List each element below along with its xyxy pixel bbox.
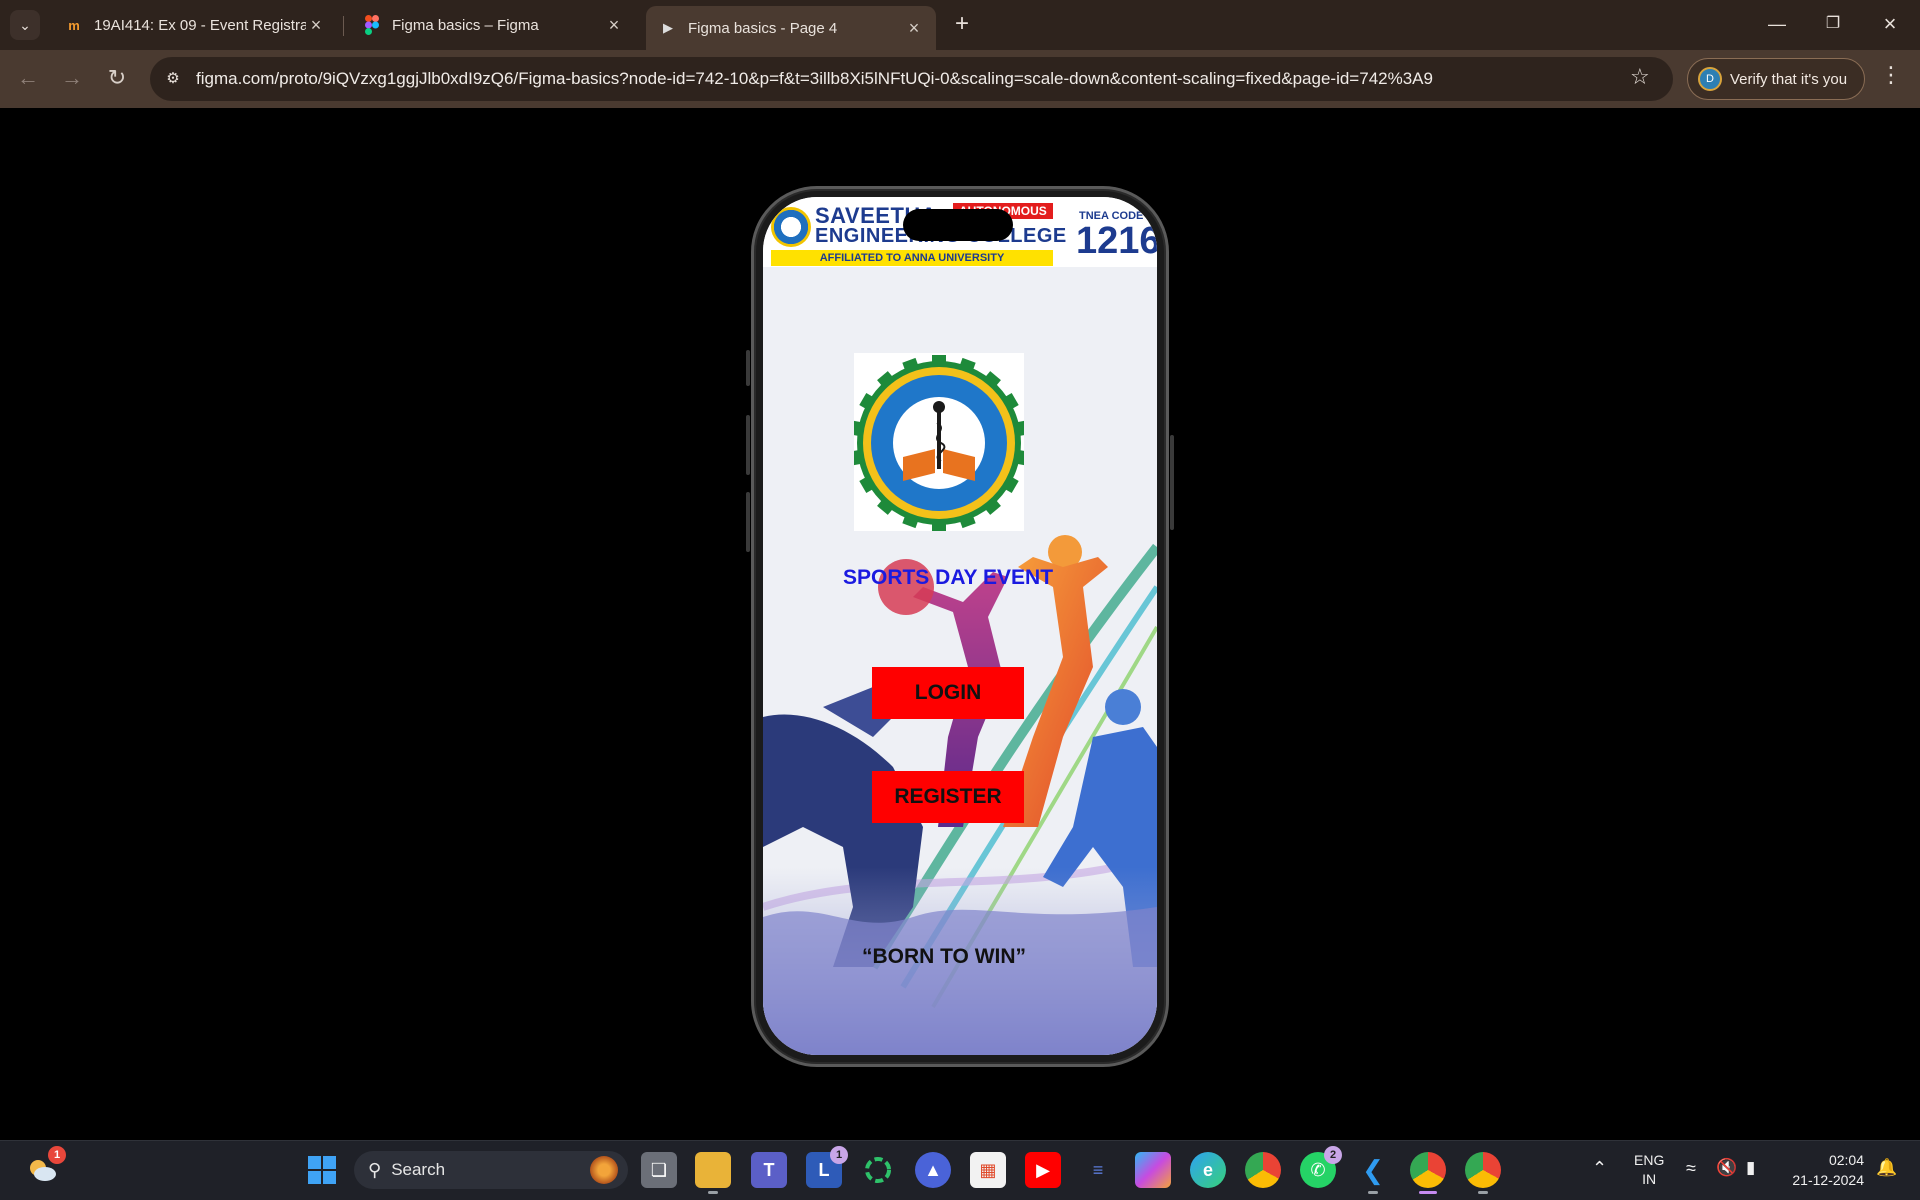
restore-button[interactable]: ❐: [1813, 8, 1853, 42]
microsoft-store-icon[interactable]: ▦: [970, 1152, 1006, 1188]
new-tab-button[interactable]: +: [947, 10, 977, 40]
register-button[interactable]: REGISTER: [872, 771, 1024, 823]
site-settings-icon[interactable]: ⚙: [160, 66, 186, 92]
login-button[interactable]: LOGIN: [872, 667, 1024, 719]
windows-taskbar: [0, 1140, 1920, 1200]
clock-time: 02:04: [1828, 1152, 1864, 1168]
browser-menu-icon[interactable]: ⋮: [1880, 62, 1902, 88]
close-tab-icon[interactable]: ×: [604, 15, 624, 36]
copilot-icon[interactable]: [1135, 1152, 1171, 1188]
linkedin-app-icon[interactable]: L1: [806, 1146, 848, 1188]
weather-badge: 1: [48, 1146, 66, 1164]
search-icon: ⚲: [368, 1159, 382, 1180]
weather-widget-icon[interactable]: 1: [24, 1146, 66, 1188]
close-tab-icon[interactable]: ×: [904, 18, 924, 39]
tab-event-registration[interactable]: m 19AI414: Ex 09 - Event Registrat ×: [52, 6, 338, 44]
running-indicator: [1368, 1191, 1378, 1194]
running-indicator: [1478, 1191, 1488, 1194]
close-tab-icon[interactable]: ×: [306, 15, 326, 36]
language-indicator[interactable]: ENG IN: [1634, 1151, 1664, 1189]
tab-figma-basics[interactable]: Figma basics – Figma ×: [350, 6, 636, 44]
back-button[interactable]: ←: [12, 63, 44, 95]
url-text[interactable]: figma.com/proto/9iQVzxg1ggjJlb0xdI9zQ6/F…: [196, 69, 1433, 89]
close-window-button[interactable]: ×: [1870, 8, 1910, 42]
figma-icon: [362, 15, 382, 35]
college-seal-icon: [771, 207, 811, 247]
notification-bell-icon[interactable]: 🔔: [1876, 1158, 1897, 1178]
tnea-code: 1216: [1076, 220, 1157, 262]
region-code: IN: [1642, 1171, 1657, 1187]
youtube-icon[interactable]: ▶: [1025, 1152, 1061, 1188]
clock[interactable]: 02:04 21-12-2024: [1784, 1150, 1864, 1190]
running-indicator: [708, 1191, 718, 1194]
copilot-app-icon[interactable]: ▲: [915, 1152, 951, 1188]
phone-volume-up-button: [746, 415, 750, 475]
phone-action-button: [746, 350, 750, 386]
verify-label: Verify that it's you: [1730, 70, 1848, 88]
chrome-profile-icon[interactable]: [1410, 1152, 1446, 1194]
whatsapp-icon[interactable]: ✆ 2: [1300, 1146, 1342, 1188]
event-title: SPORTS DAY EVENT: [842, 566, 1054, 589]
phone-power-button: [1170, 435, 1174, 530]
linkedin-badge: 1: [830, 1146, 848, 1164]
search-placeholder: Search: [391, 1160, 446, 1179]
bookmark-star-icon[interactable]: ☆: [1630, 64, 1650, 90]
chrome-icon[interactable]: [1245, 1152, 1281, 1188]
language-code: ENG: [1634, 1152, 1665, 1168]
edge-icon[interactable]: e: [1190, 1152, 1226, 1188]
chrome-secondary-icon[interactable]: [1465, 1152, 1501, 1194]
active-window-indicator: [1419, 1191, 1437, 1194]
whatsapp-badge: 2: [1324, 1146, 1342, 1164]
tab-divider: [343, 16, 344, 36]
show-hidden-icons-chevron-icon[interactable]: ⌃: [1592, 1158, 1607, 1179]
slogan-text: “BORN TO WIN”: [861, 945, 1027, 968]
vscode-icon[interactable]: ❮: [1355, 1152, 1391, 1194]
tab-title: 19AI414: Ex 09 - Event Registrat: [94, 16, 306, 34]
play-icon: ▶: [663, 20, 673, 35]
affiliation-strip: AFFILIATED TO ANNA UNIVERSITY: [771, 250, 1053, 266]
teams-icon[interactable]: T: [751, 1152, 787, 1188]
forward-button[interactable]: →: [56, 63, 88, 95]
verify-identity-button[interactable]: D Verify that it's you: [1687, 58, 1865, 100]
start-button-icon[interactable]: [304, 1152, 340, 1188]
tab-title: Figma basics – Figma: [392, 16, 539, 34]
refresh-app-icon[interactable]: [860, 1152, 896, 1188]
taskbar-search-box[interactable]: ⚲ Search: [354, 1151, 628, 1189]
phone-dynamic-island: [903, 209, 1013, 241]
profile-avatar: D: [1698, 67, 1722, 91]
wifi-icon[interactable]: ≈: [1686, 1158, 1696, 1179]
task-view-icon[interactable]: ❏: [641, 1152, 677, 1188]
tab-figma-page-4[interactable]: ▶ Figma basics - Page 4 ×: [646, 6, 936, 50]
search-highlight-icon: [590, 1156, 618, 1184]
reload-button[interactable]: ↻: [101, 63, 133, 95]
file-explorer-icon[interactable]: [695, 1152, 731, 1194]
clock-date: 21-12-2024: [1792, 1172, 1864, 1188]
minimize-button[interactable]: —: [1757, 8, 1797, 42]
volume-muted-icon[interactable]: 🔇: [1716, 1158, 1737, 1178]
saveetha-university-logo: [851, 353, 1027, 531]
moodle-icon: m: [68, 17, 80, 33]
phone-volume-down-button: [746, 492, 750, 552]
battery-icon[interactable]: ▮: [1746, 1158, 1755, 1178]
tab-title: Figma basics - Page 4: [688, 19, 838, 37]
tab-search-chevron-icon[interactable]: ⌄: [10, 10, 40, 40]
prototype-screen: SAVEETHA ENGINEERING COLLEGE AUTONOMOUS …: [763, 197, 1157, 1055]
power-automate-icon[interactable]: ≡: [1080, 1152, 1116, 1188]
